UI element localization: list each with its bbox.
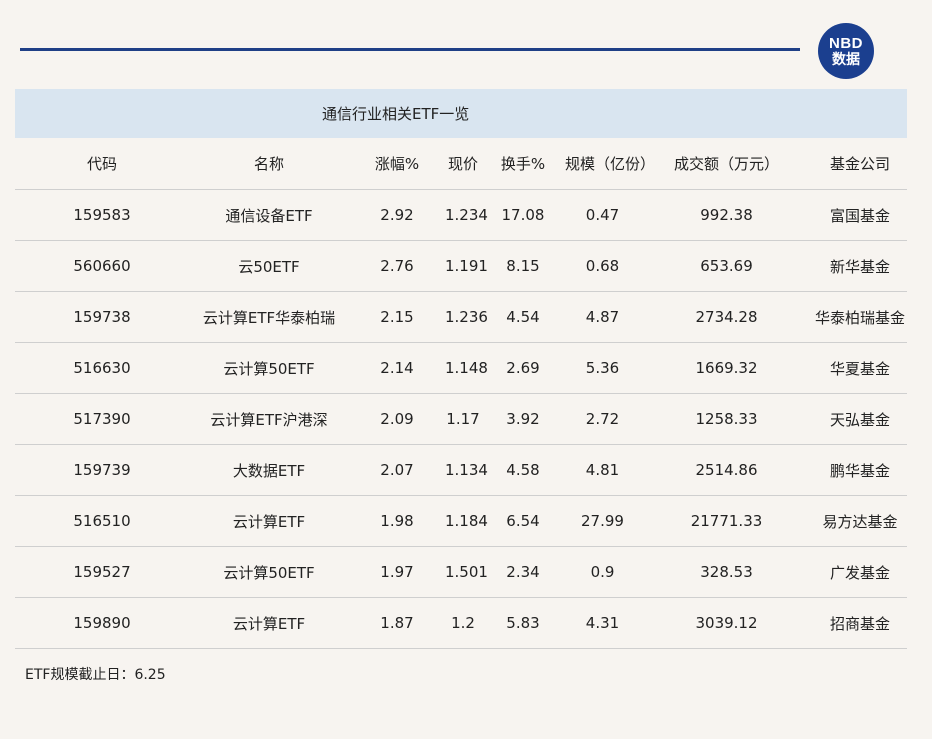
- table-header-row: 代码 名称 涨幅% 现价 换手% 规模（亿份） 成交额（万元） 基金公司: [15, 138, 907, 190]
- cell-price: 1.134: [445, 461, 488, 479]
- cell-name: 云计算ETF: [232, 512, 306, 531]
- cell-price: 1.191: [445, 257, 488, 275]
- cell-scale: 4.31: [585, 614, 620, 632]
- table-row: 517390 云计算ETF沪港深 2.09 1.17 3.92 2.72 1258.33 天弘…: [15, 394, 907, 445]
- cell-turnover: 8.15: [506, 257, 540, 275]
- table-title: 通信行业相关ETF一览: [322, 105, 470, 123]
- nbd-logo: NBD 数据: [818, 23, 874, 79]
- cell-change: 2.14: [380, 359, 414, 377]
- cell-name: 云计算50ETF: [223, 359, 315, 378]
- table-row: 159583 通信设备ETF 2.92 1.234 17.08 0.47 992.38 富国基…: [15, 190, 907, 241]
- column-header-name: 名称: [253, 155, 284, 173]
- logo-text-top: NBD: [829, 34, 863, 52]
- cell-code: 159739: [73, 461, 131, 479]
- column-header-scale: 规模（亿份）: [565, 155, 656, 173]
- cell-volume: 1669.32: [695, 359, 758, 377]
- cell-code: 516510: [73, 512, 131, 530]
- cell-scale: 0.9: [590, 563, 615, 581]
- cell-scale: 27.99: [581, 512, 624, 530]
- cell-price: 1.17: [446, 410, 480, 428]
- table-row: 516630 云计算50ETF 2.14 1.148 2.69 5.36 1669.32 华夏…: [15, 343, 907, 394]
- cell-scale: 4.87: [585, 308, 620, 326]
- top-rule: [20, 48, 800, 51]
- cell-turnover: 3.92: [506, 410, 540, 428]
- cell-volume: 328.53: [700, 563, 753, 581]
- cell-code: 159527: [73, 563, 131, 581]
- cell-volume: 1258.33: [695, 410, 758, 428]
- table-body: 159583 通信设备ETF 2.92 1.234 17.08 0.47 992.38 富国基…: [15, 190, 907, 649]
- table-row: 159527 云计算50ETF 1.97 1.501 2.34 0.9 328.53 广发基金: [15, 547, 907, 598]
- cell-company: 新华基金: [829, 257, 890, 276]
- cell-name: 云计算50ETF: [223, 563, 315, 582]
- cell-scale: 0.47: [585, 206, 620, 224]
- column-header-code: 代码: [86, 155, 117, 173]
- table-row: 159738 云计算ETF华泰柏瑞 2.15 1.236 4.54 4.87 2734.28…: [15, 292, 907, 343]
- cell-turnover: 2.34: [506, 563, 540, 581]
- cell-change: 2.09: [380, 410, 414, 428]
- column-header-company: 基金公司: [829, 155, 890, 173]
- cell-name: 云50ETF: [238, 257, 300, 276]
- cell-change: 2.92: [380, 206, 414, 224]
- cell-code: 159583: [73, 206, 131, 224]
- cell-company: 富国基金: [829, 206, 890, 225]
- cell-company: 招商基金: [829, 614, 890, 633]
- cell-price: 1.234: [445, 206, 488, 224]
- cell-scale: 0.68: [585, 257, 620, 275]
- cell-price: 1.148: [445, 359, 488, 377]
- cell-volume: 2514.86: [695, 461, 758, 479]
- cell-company: 华夏基金: [829, 359, 890, 378]
- cell-turnover: 6.54: [506, 512, 540, 530]
- cell-name: 大数据ETF: [232, 461, 306, 480]
- cell-price: 1.184: [445, 512, 488, 530]
- column-header-price: 现价: [447, 155, 478, 173]
- column-header-change: 涨幅%: [374, 155, 420, 173]
- cell-code: 159890: [73, 614, 131, 632]
- cell-name: 云计算ETF华泰柏瑞: [202, 308, 336, 327]
- cell-volume: 3039.12: [695, 614, 758, 632]
- cell-company: 天弘基金: [829, 410, 890, 429]
- cell-code: 517390: [73, 410, 131, 428]
- cell-volume: 21771.33: [690, 512, 763, 530]
- cell-turnover: 17.08: [501, 206, 545, 224]
- table-row: 516510 云计算ETF 1.98 1.184 6.54 27.99 21771.33 易方…: [15, 496, 907, 547]
- cell-price: 1.2: [451, 614, 475, 632]
- cell-company: 易方达基金: [822, 512, 898, 531]
- cell-company: 华泰柏瑞基金: [814, 308, 905, 327]
- footnote: ETF规模截止日：6.25: [25, 667, 166, 683]
- cell-change: 2.07: [380, 461, 414, 479]
- table-title-row: 通信行业相关ETF一览: [15, 89, 907, 138]
- cell-change: 2.15: [380, 308, 414, 326]
- logo-text-bottom: 数据: [832, 51, 860, 68]
- table-row: 560660 云50ETF 2.76 1.191 8.15 0.68 653.69 新华基金: [15, 241, 907, 292]
- cell-code: 560660: [73, 257, 131, 275]
- cell-change: 2.76: [380, 257, 414, 275]
- table-row: 159739 大数据ETF 2.07 1.134 4.58 4.81 2514.86 鹏华基金: [15, 445, 907, 496]
- column-header-turnover: 换手%: [500, 155, 546, 173]
- cell-volume: 653.69: [700, 257, 753, 275]
- etf-table: 通信行业相关ETF一览 代码 名称 涨幅% 现价 换手% 规模（亿份） 成交额（万元） 基金公…: [15, 89, 907, 649]
- cell-name: 云计算ETF沪港深: [210, 410, 328, 429]
- table-row: 159890 云计算ETF 1.87 1.2 5.83 4.31 3039.12 招商基金: [15, 598, 907, 649]
- cell-name: 云计算ETF: [232, 614, 306, 633]
- cell-change: 1.97: [380, 563, 414, 581]
- cell-company: 广发基金: [829, 563, 890, 582]
- cell-company: 鹏华基金: [829, 461, 890, 480]
- cell-turnover: 4.58: [506, 461, 540, 479]
- column-header-volume: 成交额（万元）: [673, 155, 779, 173]
- cell-scale: 2.72: [585, 410, 620, 428]
- cell-turnover: 4.54: [506, 308, 540, 326]
- cell-name: 通信设备ETF: [225, 206, 313, 225]
- cell-volume: 2734.28: [695, 308, 758, 326]
- cell-turnover: 5.83: [506, 614, 540, 632]
- cell-code: 159738: [73, 308, 131, 326]
- cell-scale: 4.81: [585, 461, 620, 479]
- cell-change: 1.98: [380, 512, 414, 530]
- cell-price: 1.501: [445, 563, 488, 581]
- cell-volume: 992.38: [700, 206, 753, 224]
- cell-price: 1.236: [445, 308, 488, 326]
- cell-code: 516630: [73, 359, 131, 377]
- cell-scale: 5.36: [585, 359, 620, 377]
- cell-change: 1.87: [380, 614, 414, 632]
- cell-turnover: 2.69: [506, 359, 540, 377]
